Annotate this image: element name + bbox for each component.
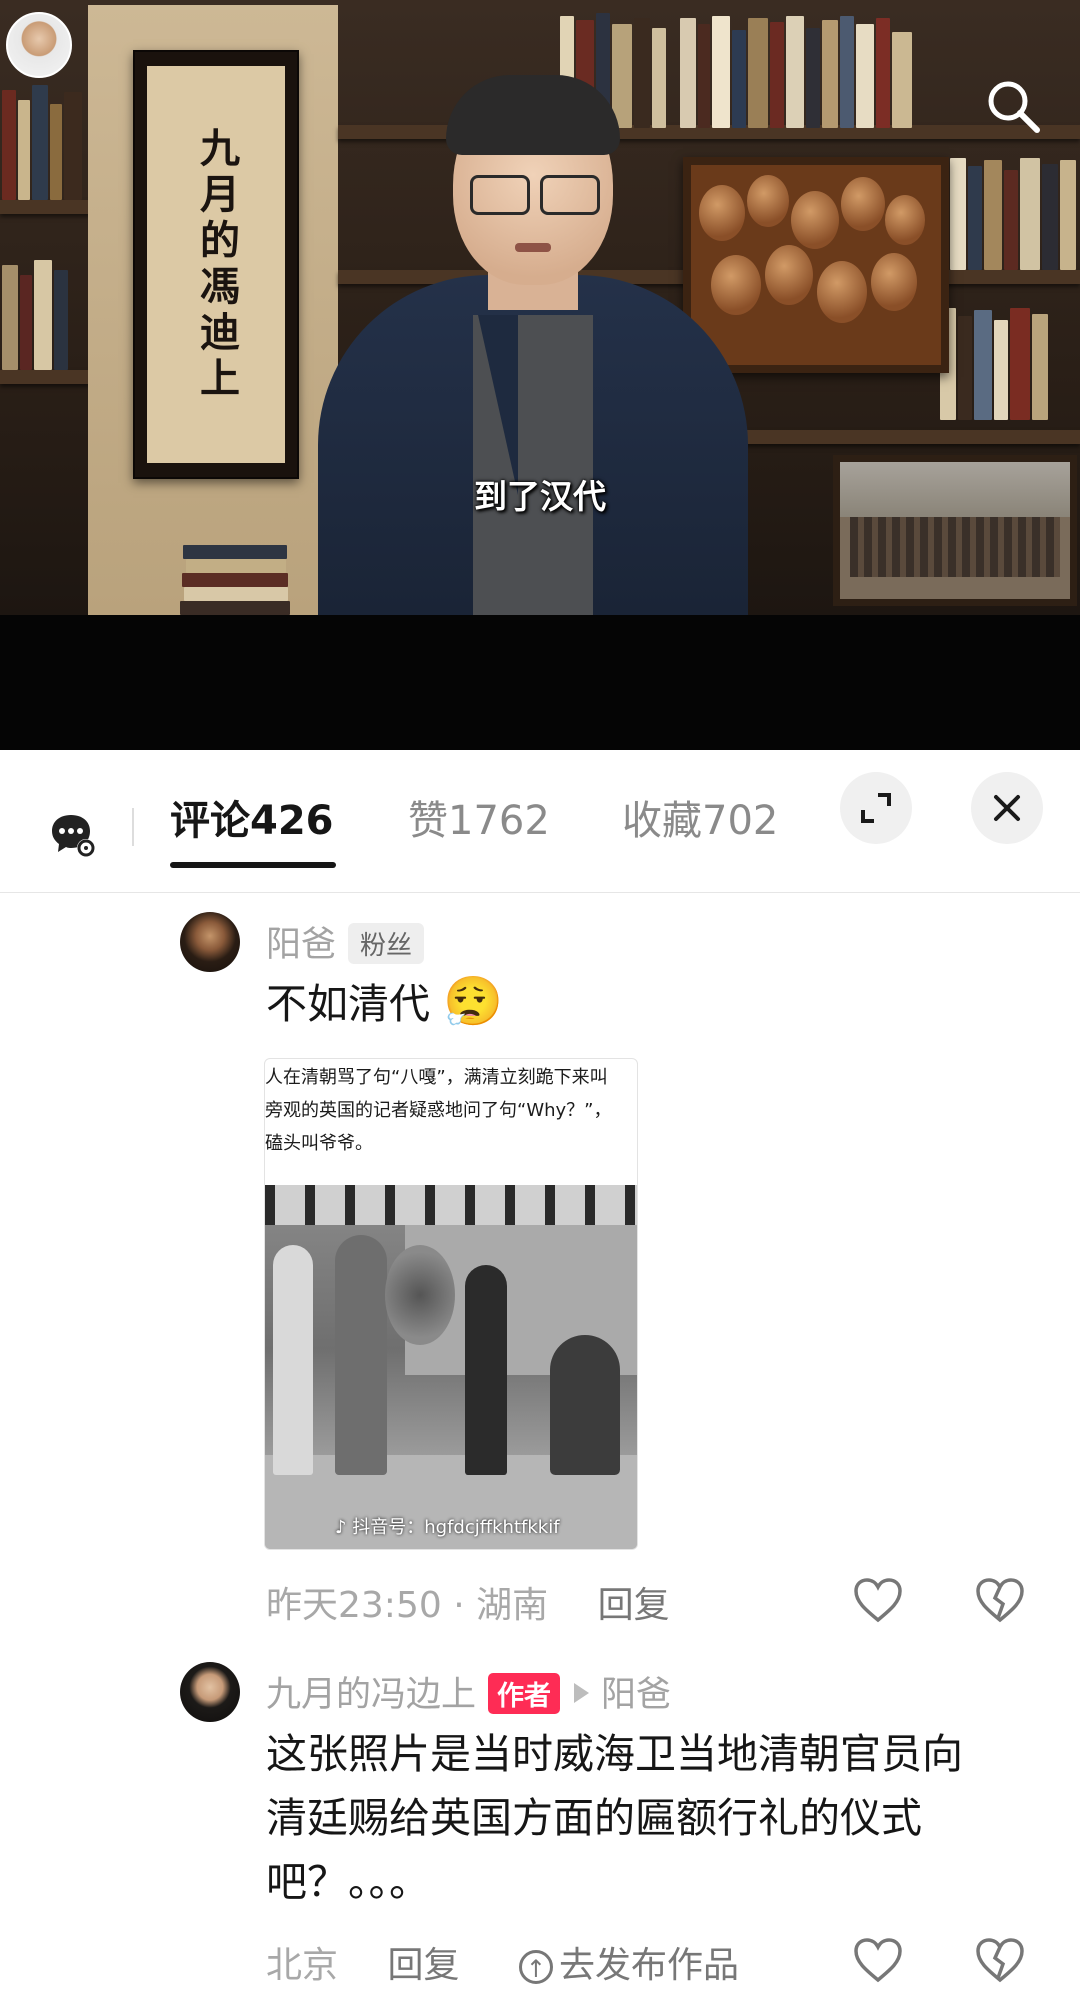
- comment-panel: 评论426 赞1762 收藏702 阳爸粉丝 不如清代: [0, 750, 1080, 1999]
- calligraphy-scroll: 九月的馮迪上: [133, 50, 299, 479]
- tab-likes-count: 1762: [448, 798, 550, 844]
- publish-work-button[interactable]: ↑ 去发布作品: [518, 1945, 739, 1986]
- presenter: [318, 75, 748, 615]
- historical-photo: ♪ 抖音号：hgfdcjffkhtfkkif: [265, 1185, 637, 1549]
- comment-meta: 昨天23:50 · 湖南 回复: [266, 1576, 670, 1628]
- search-icon[interactable]: [982, 75, 1044, 137]
- caption-line: 旁观的英国的记者疑惑地问了句“Why？”，: [265, 1100, 612, 1121]
- author-badge: 作者: [488, 1672, 561, 1714]
- video-player[interactable]: 九月的馮迪上 到了汉代: [0, 0, 1080, 750]
- tab-likes-label: 赞: [408, 798, 448, 844]
- comment-time: 昨天23:50: [266, 1585, 442, 1626]
- reply-text-line: 这张照片是当时威海卫当地清朝官员向: [266, 1730, 963, 1778]
- active-tab-indicator: [170, 862, 336, 868]
- tab-divider: [132, 808, 134, 846]
- tab-comments-count: 426: [250, 798, 334, 844]
- reply-button[interactable]: 回复: [598, 1585, 670, 1626]
- avatar[interactable]: [180, 1662, 240, 1722]
- upload-icon: ↑: [518, 1950, 553, 1984]
- dislike-icon[interactable]: [974, 1576, 1026, 1624]
- reply-arrow-icon: [574, 1683, 590, 1703]
- tab-comments[interactable]: 评论426: [170, 788, 334, 846]
- author-name: 阳爸: [266, 925, 337, 965]
- tab-comments-label: 评论: [170, 798, 250, 844]
- books: [950, 150, 1080, 270]
- close-button[interactable]: [971, 772, 1043, 844]
- calligraphy-text: 九月的馮迪上: [193, 126, 240, 403]
- video-subtitle: 到了汉代: [474, 477, 606, 516]
- books: [0, 250, 88, 370]
- avatar[interactable]: [180, 912, 240, 972]
- shelf: [0, 200, 90, 214]
- meta-separator: ·: [453, 1585, 477, 1626]
- sigh-emoji-icon: 😮‍💨: [443, 974, 503, 1030]
- publish-label: 去发布作品: [558, 1945, 739, 1986]
- heart-icon[interactable]: [852, 1576, 904, 1624]
- reply-button[interactable]: 回复: [387, 1945, 459, 1986]
- tab-favorites[interactable]: 收藏702: [622, 788, 778, 846]
- books: [0, 80, 88, 200]
- comment-tab-bar: 评论426 赞1762 收藏702: [0, 750, 1080, 893]
- image-watermark: ♪ 抖音号：hgfdcjffkhtfkkif: [335, 1513, 560, 1539]
- comment-image[interactable]: 人在清朝骂了句“八嘎”，满清立刻跪下来叫 旁观的英国的记者疑惑地问了句“Why？…: [264, 1058, 638, 1550]
- reply-text-line: 清廷赐给英国方面的匾额行礼的仪式: [266, 1794, 922, 1842]
- shelf: [0, 370, 90, 384]
- reply-location: 北京: [266, 1945, 339, 1986]
- close-icon: [994, 795, 1020, 821]
- video-frame: 九月的馮迪上: [0, 0, 1080, 615]
- reply-author[interactable]: 九月的冯边上 作者 阳爸: [266, 1666, 671, 1717]
- tiktok-logo-icon: ♪: [335, 1517, 347, 1538]
- reply-meta: 北京 回复 ↑ 去发布作品: [266, 1936, 739, 1988]
- tab-likes[interactable]: 赞1762: [408, 788, 550, 846]
- dislike-icon[interactable]: [974, 1936, 1026, 1984]
- comment-location: 湖南: [476, 1585, 549, 1626]
- reply-text-line: 吧？。。。: [266, 1858, 430, 1906]
- author-name: 九月的冯边上: [266, 1675, 477, 1715]
- book-stack: [180, 535, 290, 615]
- image-caption: 人在清朝骂了句“八嘎”，满清立刻跪下来叫 旁观的英国的记者疑惑地问了句“Why？…: [265, 1061, 637, 1160]
- tab-favorites-label: 收藏: [622, 798, 702, 844]
- fan-badge: 粉丝: [348, 922, 425, 964]
- expand-button[interactable]: [840, 772, 912, 844]
- comment-text-body: 不如清代: [266, 980, 430, 1028]
- heart-icon[interactable]: [852, 1936, 904, 1984]
- expand-icon: [861, 793, 891, 823]
- creator-avatar[interactable]: [6, 12, 72, 78]
- caption-line: 磕头叫爷爷。: [265, 1133, 373, 1154]
- chat-settings-icon[interactable]: [50, 812, 96, 858]
- reply-target[interactable]: 阳爸: [601, 1675, 671, 1715]
- reply-text: 这张照片是当时威海卫当地清朝官员向 清廷赐给英国方面的匾额行礼的仪式 吧？。。。: [266, 1722, 1046, 1914]
- watermark-text: 抖音号：hgfdcjffkhtfkkif: [352, 1517, 560, 1538]
- caption-line: 人在清朝骂了句“八嘎”，满清立刻跪下来叫: [265, 1067, 608, 1088]
- comment-author[interactable]: 阳爸 粉丝: [266, 916, 425, 967]
- tab-favorites-count: 702: [702, 798, 779, 844]
- comment-text: 不如清代 😮‍💨: [266, 972, 503, 1034]
